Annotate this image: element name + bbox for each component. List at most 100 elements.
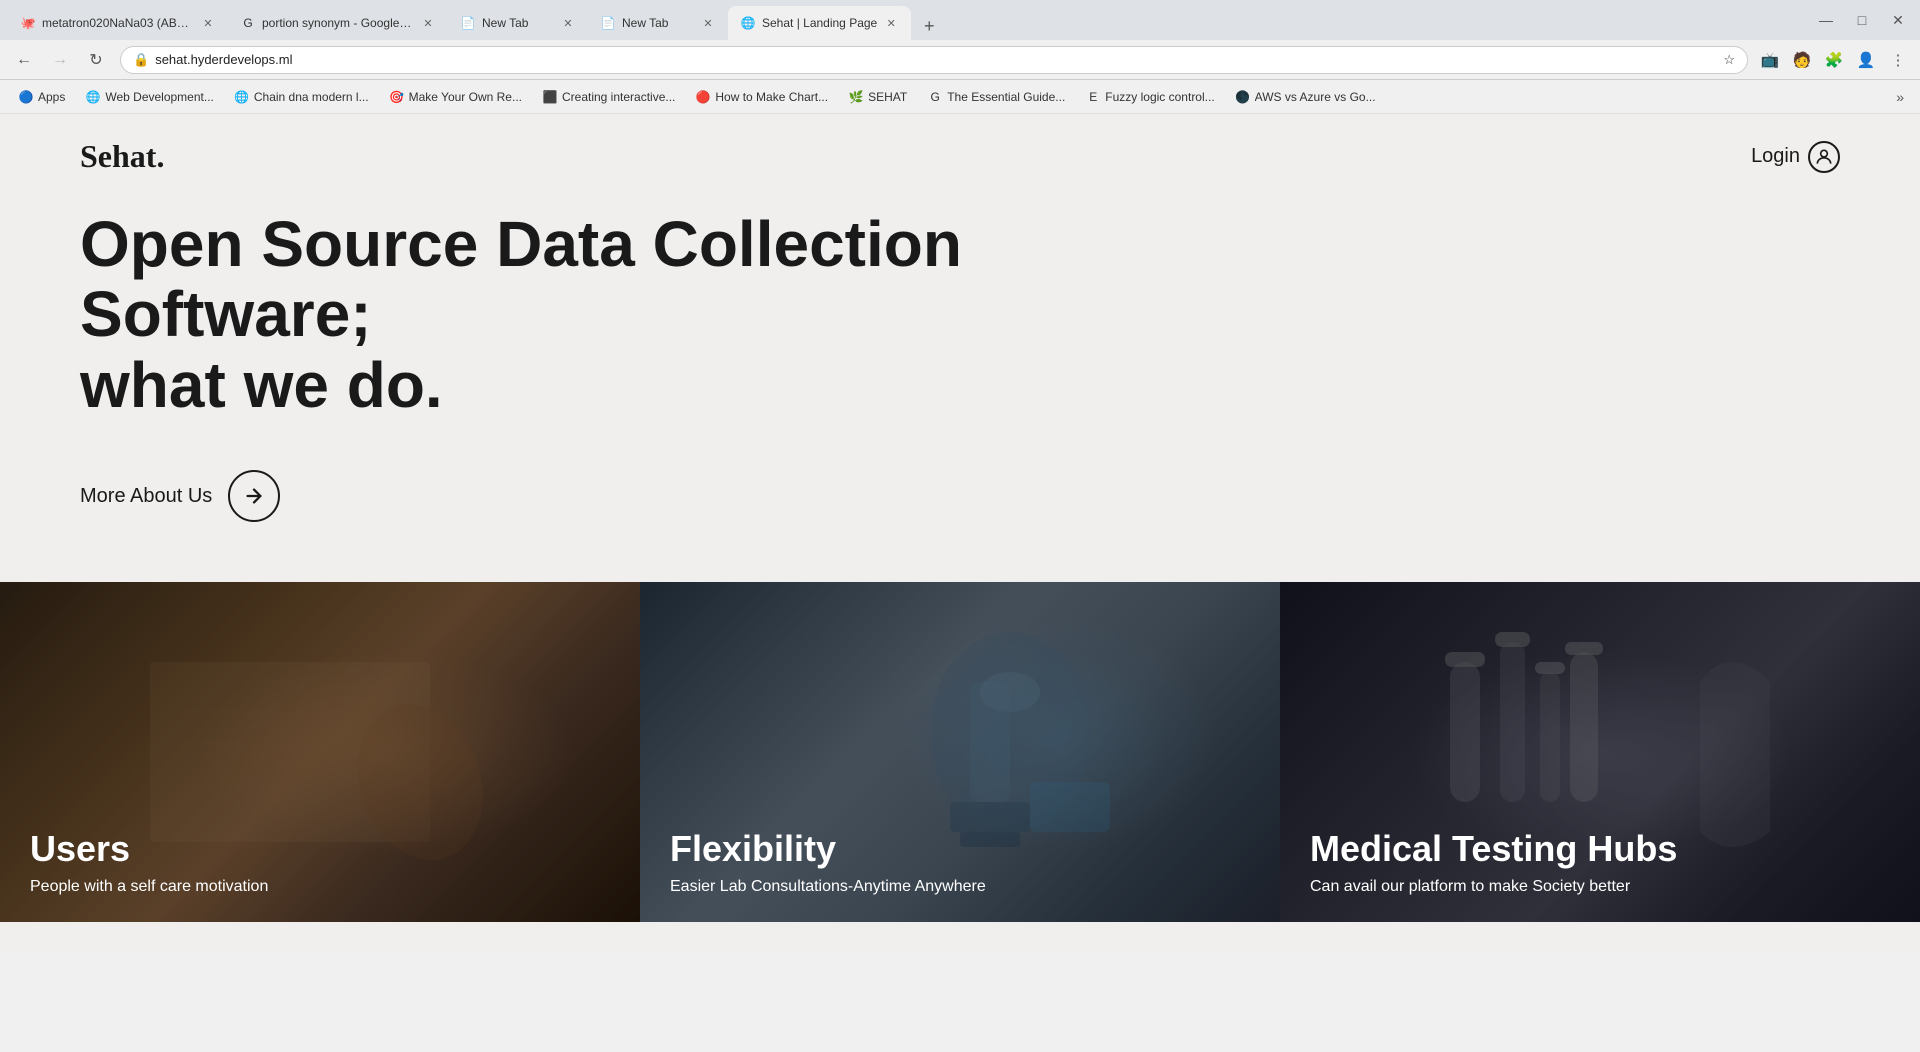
card-users: Users People with a self care motivation [0,582,640,922]
bookmark-label-aws: AWS vs Azure vs Go... [1255,90,1376,104]
login-icon [1808,141,1840,173]
bookmark-fuzzy[interactable]: E Fuzzy logic control... [1077,85,1222,109]
card-users-title: Users [30,828,268,870]
bookmark-label-makeyourown: Make Your Own Re... [409,90,522,104]
toolbar: ← → ↻ 🔒 sehat.hyderdevelops.ml ☆ 📺 🧑 🧩 👤… [0,40,1920,80]
card-medical-content: Medical Testing Hubs Can avail our platf… [1310,828,1677,898]
card-users-content: Users People with a self care motivation [30,828,268,898]
bookmark-label-fuzzy: Fuzzy logic control... [1105,90,1214,104]
bookmark-aws[interactable]: 🌑 AWS vs Azure vs Go... [1227,85,1384,109]
card-medical: Medical Testing Hubs Can avail our platf… [1280,582,1920,922]
tab-2[interactable]: G portion synonym - Google Sear... ✕ [228,6,448,40]
tab-favicon-4: 📄 [600,15,616,31]
profile-icon[interactable]: 🧑 [1788,46,1816,74]
tab-favicon-3: 📄 [460,15,476,31]
more-about-us-label: More About Us [80,485,212,508]
cast-icon[interactable]: 📺 [1756,46,1784,74]
bookmark-label-webdev: Web Development... [105,90,214,104]
card-flexibility-title: Flexibility [670,828,986,870]
bookmark-label-essential: The Essential Guide... [947,90,1065,104]
tab-1[interactable]: 🐙 metatron020NaNa03 (ABDUL M... ✕ [8,6,228,40]
tab-5[interactable]: 🌐 Sehat | Landing Page ✕ [728,6,911,40]
tabs-container: 🐙 metatron020NaNa03 (ABDUL M... ✕ G port… [8,0,1804,40]
tab-close-3[interactable]: ✕ [560,15,576,31]
bookmark-favicon-essential: G [927,89,943,105]
login-button[interactable]: Login [1751,141,1840,173]
back-button[interactable]: ← [8,44,40,76]
address-bar[interactable]: 🔒 sehat.hyderdevelops.ml ☆ [120,46,1748,74]
tab-title-1: metatron020NaNa03 (ABDUL M... [42,16,194,30]
account-icon[interactable]: 👤 [1852,46,1880,74]
site-navigation: Sehat. Login [0,114,1920,199]
tab-favicon-5: 🌐 [740,15,756,31]
website-content: Sehat. Login Open Source Data Collection… [0,114,1920,954]
bookmark-favicon-fuzzy: E [1085,89,1101,105]
bookmark-favicon-charts: 🔴 [695,89,711,105]
tab-close-5[interactable]: ✕ [883,15,899,31]
hero-headline: Open Source Data Collection Software; wh… [80,209,980,420]
card-flexibility: Flexibility Easier Lab Consultations-Any… [640,582,1280,922]
menu-icon[interactable]: ⋮ [1884,46,1912,74]
tab-favicon-2: G [240,15,256,31]
more-about-us-button[interactable]: More About Us [80,470,1840,522]
arrow-right-icon [228,470,280,522]
bookmark-favicon-makeyourown: 🎯 [389,89,405,105]
toolbar-icons: 📺 🧑 🧩 👤 ⋮ [1756,46,1912,74]
bookmark-label-creating: Creating interactive... [562,90,675,104]
card-medical-title: Medical Testing Hubs [1310,828,1677,870]
card-flexibility-description: Easier Lab Consultations-Anytime Anywher… [670,876,986,898]
card-users-description: People with a self care motivation [30,876,268,898]
hero-headline-line2: what we do. [80,349,443,421]
close-button[interactable]: ✕ [1884,6,1912,34]
bookmark-chain[interactable]: 🌐 Chain dna modern l... [226,85,377,109]
title-bar: 🐙 metatron020NaNa03 (ABDUL M... ✕ G port… [0,0,1920,40]
card-medical-description: Can avail our platform to make Society b… [1310,876,1677,898]
bookmark-favicon-creating: ⬛ [542,89,558,105]
tab-title-2: portion synonym - Google Sear... [262,16,414,30]
url-text: sehat.hyderdevelops.ml [155,52,1717,67]
hero-headline-line1: Open Source Data Collection Software; [80,208,962,350]
tab-3[interactable]: 📄 New Tab ✕ [448,6,588,40]
tab-4[interactable]: 📄 New Tab ✕ [588,6,728,40]
hero-section: Open Source Data Collection Software; wh… [0,199,1920,582]
tab-title-5: Sehat | Landing Page [762,16,877,30]
forward-button[interactable]: → [44,44,76,76]
tab-close-2[interactable]: ✕ [420,15,436,31]
secure-icon: 🔒 [133,52,149,68]
bookmarks-bar: 🔵 Apps 🌐 Web Development... 🌐 Chain dna … [0,80,1920,114]
star-icon[interactable]: ☆ [1723,52,1735,68]
bookmark-label-charts: How to Make Chart... [715,90,828,104]
bookmark-essential[interactable]: G The Essential Guide... [919,85,1073,109]
tab-title-3: New Tab [482,16,554,30]
bookmark-apps[interactable]: 🔵 Apps [10,85,73,109]
bookmark-label-sehat: SEHAT [868,90,907,104]
bookmark-favicon-webdev: 🌐 [85,89,101,105]
tab-close-4[interactable]: ✕ [700,15,716,31]
site-logo: Sehat. [80,138,164,175]
bookmark-favicon-aws: 🌑 [1235,89,1251,105]
window-controls: — □ ✕ [1812,6,1912,34]
bookmark-creating[interactable]: ⬛ Creating interactive... [534,85,683,109]
bookmark-favicon-sehat: 🌿 [848,89,864,105]
bookmark-charts[interactable]: 🔴 How to Make Chart... [687,85,836,109]
bookmark-label-apps: Apps [38,90,65,104]
login-label: Login [1751,145,1800,168]
browser-frame: 🐙 metatron020NaNa03 (ABDUL M... ✕ G port… [0,0,1920,114]
card-flexibility-content: Flexibility Easier Lab Consultations-Any… [670,828,986,898]
tab-favicon-1: 🐙 [20,15,36,31]
maximize-button[interactable]: □ [1848,6,1876,34]
reload-button[interactable]: ↻ [80,44,112,76]
bookmark-favicon-apps: 🔵 [18,89,34,105]
cards-section: Users People with a self care motivation [0,582,1920,922]
bookmarks-more-button[interactable]: » [1890,85,1910,109]
new-tab-button[interactable]: + [915,12,943,40]
bookmark-favicon-chain: 🌐 [234,89,250,105]
tab-title-4: New Tab [622,16,694,30]
minimize-button[interactable]: — [1812,6,1840,34]
bookmark-sehat[interactable]: 🌿 SEHAT [840,85,915,109]
tab-close-1[interactable]: ✕ [200,15,216,31]
bookmark-webdev[interactable]: 🌐 Web Development... [77,85,222,109]
bookmark-makeyourown[interactable]: 🎯 Make Your Own Re... [381,85,530,109]
extensions-icon[interactable]: 🧩 [1820,46,1848,74]
bookmark-label-chain: Chain dna modern l... [254,90,369,104]
